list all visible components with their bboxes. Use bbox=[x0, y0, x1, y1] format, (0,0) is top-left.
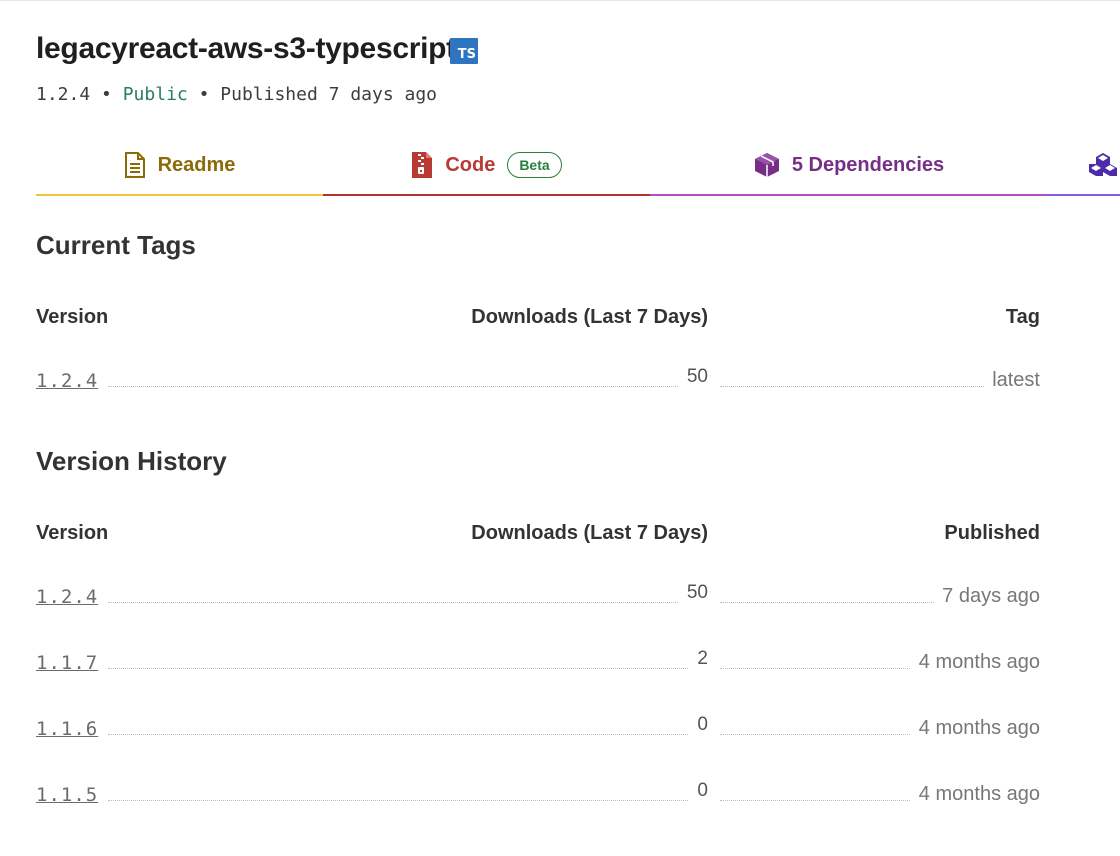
boxes-icon bbox=[1089, 153, 1117, 176]
downloads-value: 50 bbox=[678, 582, 708, 604]
table-row: 1.1.6 0 4 months ago bbox=[36, 710, 1040, 740]
col-published: Published bbox=[944, 522, 1040, 544]
version-history-title: Version History bbox=[36, 446, 227, 476]
dotted-leader bbox=[108, 386, 708, 387]
dotted-leader bbox=[108, 668, 708, 669]
version-link[interactable]: 1.1.7 bbox=[36, 652, 98, 674]
version-link[interactable]: 1.2.4 bbox=[36, 586, 98, 608]
tag-value: latest bbox=[984, 369, 1040, 392]
table-row: 1.1.5 0 4 months ago bbox=[36, 776, 1040, 806]
tab-code[interactable]: Code Beta bbox=[323, 136, 650, 196]
tab-readme-label: Readme bbox=[157, 153, 236, 176]
package-page: legacyreact-aws-s3-typescript TS 1.2.4 •… bbox=[0, 0, 1120, 856]
document-icon bbox=[124, 152, 145, 178]
downloads-value: 0 bbox=[689, 780, 708, 802]
col-tag: Tag bbox=[1005, 306, 1040, 328]
dotted-leader bbox=[108, 800, 708, 801]
tab-code-label: Code bbox=[445, 153, 496, 176]
package-meta: 1.2.4 • Public • Published 7 days ago bbox=[36, 84, 437, 105]
dotted-leader bbox=[108, 734, 708, 735]
zip-file-icon bbox=[412, 152, 433, 178]
tab-dependents[interactable] bbox=[1048, 136, 1120, 196]
tab-code-underline bbox=[323, 194, 650, 196]
tab-readme[interactable]: Readme bbox=[36, 136, 323, 196]
published-label: Published 7 days ago bbox=[220, 84, 438, 105]
package-tabs: Readme Code Beta 5 Dependencies bbox=[36, 136, 1120, 196]
tab-dependencies[interactable]: 5 Dependencies bbox=[650, 136, 1048, 196]
visibility-label: Public bbox=[122, 84, 188, 105]
published-value: 4 months ago bbox=[910, 651, 1040, 674]
published-value: 7 days ago bbox=[934, 585, 1040, 608]
version-link[interactable]: 1.1.6 bbox=[36, 718, 98, 740]
version-link[interactable]: 1.2.4 bbox=[36, 370, 98, 392]
table-row: 1.2.4 50 7 days ago bbox=[36, 578, 1040, 608]
published-value: 4 months ago bbox=[910, 783, 1040, 806]
col-version: Version bbox=[36, 522, 109, 544]
separator: • bbox=[101, 84, 112, 105]
col-downloads: Downloads (Last 7 Days) bbox=[471, 306, 708, 328]
top-divider bbox=[0, 0, 1120, 1]
downloads-value: 2 bbox=[689, 648, 708, 670]
dotted-leader bbox=[108, 602, 708, 603]
tab-dependencies-label: 5 Dependencies bbox=[791, 153, 945, 176]
separator: • bbox=[198, 84, 210, 105]
col-version: Version bbox=[36, 306, 109, 328]
typescript-badge[interactable]: TS bbox=[450, 38, 478, 64]
version-link[interactable]: 1.1.5 bbox=[36, 784, 98, 806]
tab-readme-underline bbox=[36, 194, 323, 196]
col-downloads: Downloads (Last 7 Days) bbox=[471, 522, 708, 544]
box-icon bbox=[754, 153, 779, 177]
table-row: 1.1.7 2 4 months ago bbox=[36, 644, 1040, 674]
beta-badge: Beta bbox=[507, 152, 562, 178]
package-title: legacyreact-aws-s3-typescript bbox=[36, 32, 456, 65]
current-tags-title: Current Tags bbox=[36, 230, 196, 260]
published-value: 4 months ago bbox=[910, 717, 1040, 740]
version-label: 1.2.4 bbox=[36, 84, 91, 105]
tab-dependencies-underline bbox=[650, 194, 1048, 196]
table-row: 1.2.4 50 latest bbox=[36, 362, 1040, 392]
tab-dependents-underline bbox=[1048, 194, 1120, 196]
downloads-value: 0 bbox=[689, 714, 708, 736]
downloads-value: 50 bbox=[678, 366, 708, 388]
